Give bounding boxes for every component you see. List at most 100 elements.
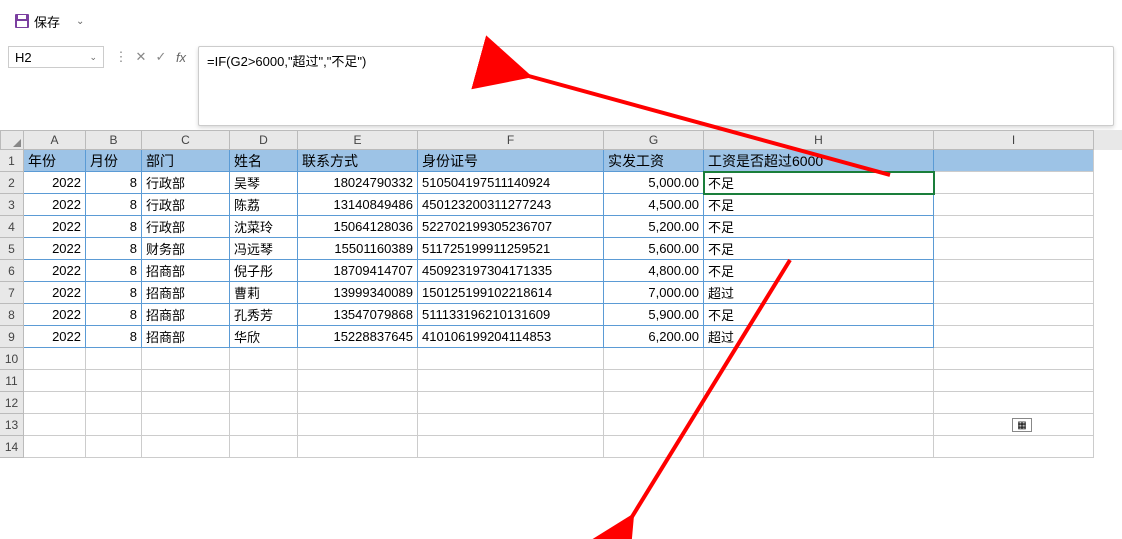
cell[interactable]: 招商部 (142, 282, 230, 304)
save-button[interactable]: 保存 (8, 10, 66, 33)
empty-cell[interactable] (298, 392, 418, 414)
formula-input[interactable]: =IF(G2>6000,"超过","不足") (198, 46, 1114, 126)
row-header[interactable]: 12 (0, 392, 24, 414)
empty-cell[interactable] (704, 392, 934, 414)
cell[interactable]: 孔秀芳 (230, 304, 298, 326)
cell[interactable]: 15501160389 (298, 238, 418, 260)
empty-cell[interactable] (934, 436, 1094, 458)
empty-cell[interactable] (86, 414, 142, 436)
empty-cell[interactable] (704, 348, 934, 370)
empty-cell[interactable] (934, 370, 1094, 392)
empty-cell[interactable] (418, 392, 604, 414)
header-cell[interactable]: 姓名 (230, 150, 298, 172)
empty-cell[interactable] (418, 370, 604, 392)
empty-cell[interactable] (604, 414, 704, 436)
cell[interactable]: 13547079868 (298, 304, 418, 326)
empty-cell[interactable] (24, 348, 86, 370)
cell[interactable]: 511725199911259521 (418, 238, 604, 260)
empty-cell[interactable] (230, 348, 298, 370)
cell[interactable]: 4,800.00 (604, 260, 704, 282)
col-header-F[interactable]: F (418, 130, 604, 150)
cell[interactable]: 5,900.00 (604, 304, 704, 326)
cell[interactable]: 15064128036 (298, 216, 418, 238)
cell[interactable]: 450923197304171335 (418, 260, 604, 282)
row-header[interactable]: 3 (0, 194, 24, 216)
row-header[interactable]: 6 (0, 260, 24, 282)
cell[interactable]: 超过 (704, 282, 934, 304)
empty-cell[interactable] (24, 392, 86, 414)
empty-cell[interactable] (24, 414, 86, 436)
cell[interactable]: 150125199102218614 (418, 282, 604, 304)
cell[interactable]: 2022 (24, 260, 86, 282)
empty-cell[interactable] (934, 194, 1094, 216)
more-icon[interactable]: ⋮ (112, 48, 130, 66)
cell[interactable]: 522702199305236707 (418, 216, 604, 238)
cell[interactable]: 行政部 (142, 172, 230, 194)
empty-cell[interactable] (230, 370, 298, 392)
empty-cell[interactable] (298, 414, 418, 436)
cell[interactable]: 7,000.00 (604, 282, 704, 304)
cell[interactable]: 15228837645 (298, 326, 418, 348)
row-header[interactable]: 9 (0, 326, 24, 348)
col-header-I[interactable]: I (934, 130, 1094, 150)
header-cell[interactable]: 联系方式 (298, 150, 418, 172)
cell[interactable]: 招商部 (142, 260, 230, 282)
empty-cell[interactable] (604, 348, 704, 370)
row-header[interactable]: 13 (0, 414, 24, 436)
cell[interactable]: 不足 (704, 172, 934, 194)
empty-cell[interactable] (142, 348, 230, 370)
cell[interactable]: 8 (86, 172, 142, 194)
empty-cell[interactable] (934, 348, 1094, 370)
empty-cell[interactable] (704, 370, 934, 392)
cell[interactable]: 410106199204114853 (418, 326, 604, 348)
cell[interactable]: 8 (86, 326, 142, 348)
autofill-options-icon[interactable]: ▦ (1012, 418, 1032, 432)
row-header[interactable]: 11 (0, 370, 24, 392)
header-cell[interactable]: 年份 (24, 150, 86, 172)
cell[interactable]: 不足 (704, 238, 934, 260)
name-box[interactable]: H2 ⌄ (8, 46, 104, 68)
fx-icon[interactable]: fx (172, 48, 190, 66)
cancel-icon[interactable]: ✕ (132, 48, 150, 66)
cell[interactable]: 2022 (24, 326, 86, 348)
cell[interactable]: 财务部 (142, 238, 230, 260)
row-header[interactable]: 7 (0, 282, 24, 304)
cell[interactable]: 行政部 (142, 194, 230, 216)
row-header-1[interactable]: 1 (0, 150, 24, 172)
empty-cell[interactable] (142, 414, 230, 436)
empty-cell[interactable] (934, 260, 1094, 282)
col-header-E[interactable]: E (298, 130, 418, 150)
header-cell[interactable]: 工资是否超过6000 (704, 150, 934, 172)
cell[interactable]: 511133196210131609 (418, 304, 604, 326)
cell[interactable]: 2022 (24, 172, 86, 194)
row-header[interactable]: 5 (0, 238, 24, 260)
cell[interactable]: 5,200.00 (604, 216, 704, 238)
empty-cell[interactable] (704, 436, 934, 458)
row-header[interactable]: 2 (0, 172, 24, 194)
cell[interactable]: 13140849486 (298, 194, 418, 216)
empty-cell[interactable] (142, 370, 230, 392)
cell[interactable]: 18024790332 (298, 172, 418, 194)
cell[interactable]: 18709414707 (298, 260, 418, 282)
empty-cell[interactable] (86, 436, 142, 458)
empty-cell[interactable] (418, 348, 604, 370)
empty-cell[interactable] (934, 172, 1094, 194)
cell[interactable]: 5,600.00 (604, 238, 704, 260)
empty-cell[interactable] (230, 436, 298, 458)
empty-cell[interactable] (230, 414, 298, 436)
empty-cell[interactable] (86, 348, 142, 370)
empty-cell[interactable] (604, 436, 704, 458)
cell[interactable]: 曹莉 (230, 282, 298, 304)
cell[interactable]: 8 (86, 216, 142, 238)
toolbar-dropdown-icon[interactable]: ⌄ (72, 14, 88, 29)
col-header-A[interactable]: A (24, 130, 86, 150)
empty-cell[interactable] (934, 282, 1094, 304)
cell[interactable]: 8 (86, 282, 142, 304)
header-cell[interactable]: 实发工资 (604, 150, 704, 172)
empty-cell[interactable] (934, 392, 1094, 414)
empty-cell[interactable] (704, 414, 934, 436)
header-cell[interactable]: 身份证号 (418, 150, 604, 172)
cell[interactable]: 8 (86, 304, 142, 326)
cell[interactable]: 8 (86, 260, 142, 282)
cell[interactable]: 吴琴 (230, 172, 298, 194)
